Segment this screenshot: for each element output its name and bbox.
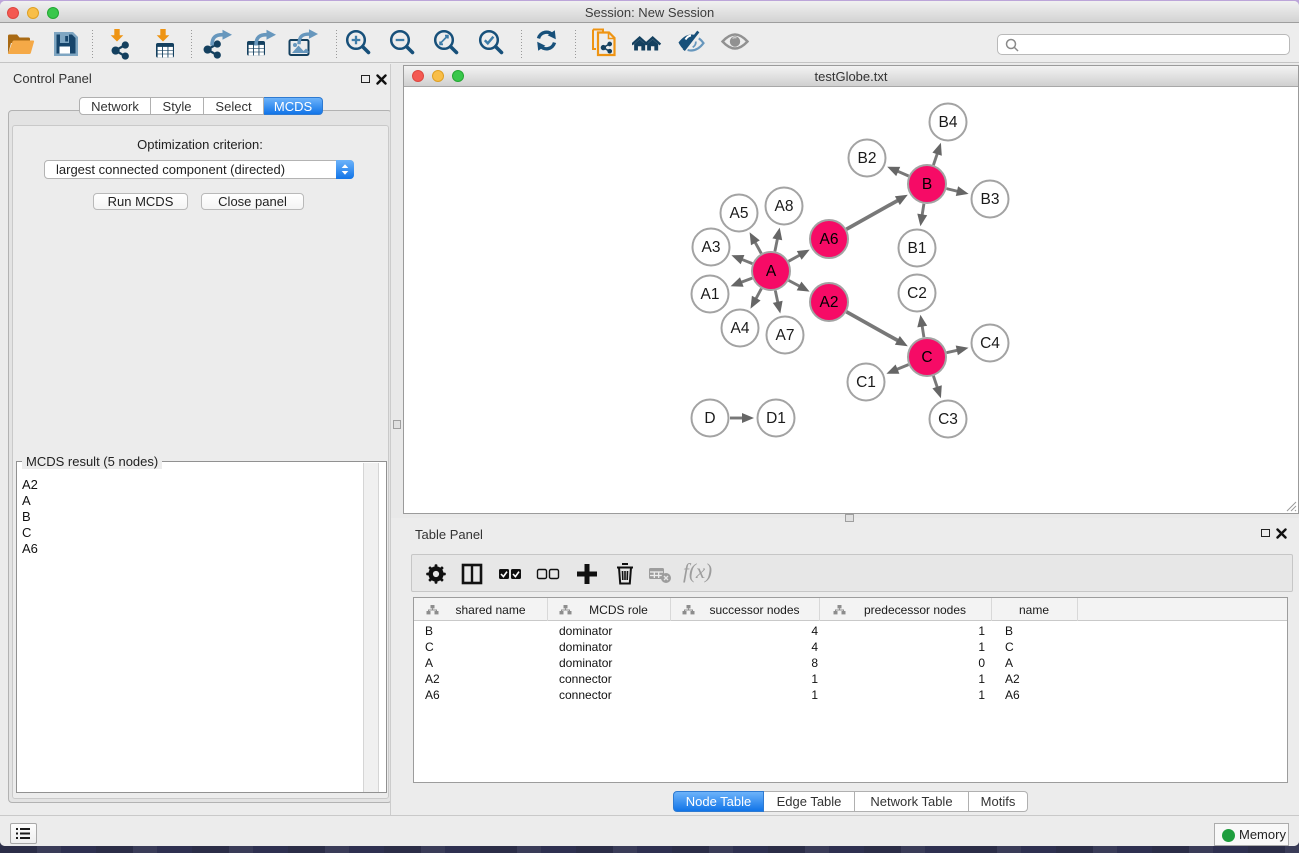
svg-text:B2: B2 — [858, 150, 877, 167]
svg-text:A: A — [766, 263, 777, 280]
svg-text:A1: A1 — [701, 286, 720, 303]
svg-text:D: D — [704, 410, 715, 427]
svg-text:C3: C3 — [938, 411, 958, 428]
svg-text:B3: B3 — [981, 191, 1000, 208]
svg-text:A6: A6 — [820, 231, 839, 248]
svg-text:C2: C2 — [907, 285, 927, 302]
svg-text:B1: B1 — [908, 240, 927, 257]
svg-text:A5: A5 — [730, 205, 749, 222]
svg-text:A2: A2 — [820, 294, 839, 311]
svg-text:A7: A7 — [776, 327, 795, 344]
svg-text:D1: D1 — [766, 410, 786, 427]
svg-text:C: C — [921, 349, 932, 366]
svg-text:C4: C4 — [980, 335, 1000, 352]
svg-text:A8: A8 — [775, 198, 794, 215]
svg-text:A4: A4 — [731, 320, 750, 337]
svg-text:B4: B4 — [939, 114, 958, 131]
svg-text:C1: C1 — [856, 374, 876, 391]
svg-text:B: B — [922, 176, 932, 193]
svg-text:A3: A3 — [702, 239, 721, 256]
